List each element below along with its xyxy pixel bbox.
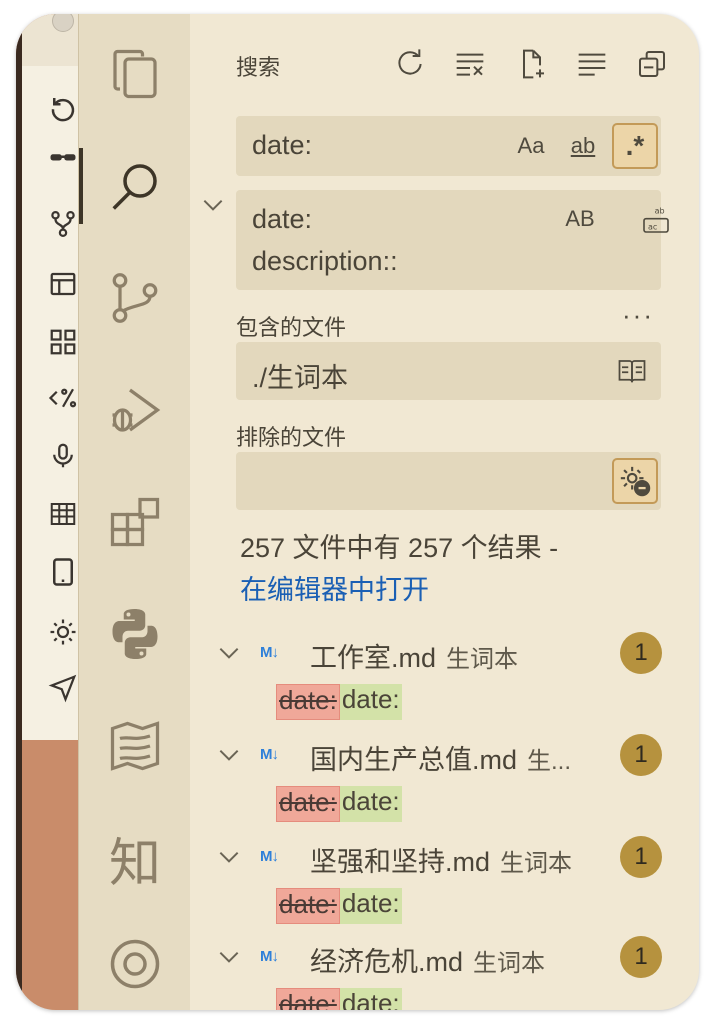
branch-icon[interactable] [46, 208, 80, 240]
chevron-down-icon[interactable] [216, 944, 242, 975]
sidebar-title: 搜索 [236, 55, 281, 80]
use-exclude-settings-icon[interactable] [612, 458, 658, 504]
match-count-badge: 1 [620, 836, 662, 878]
table-icon[interactable] [46, 498, 80, 530]
run-debug-icon[interactable] [79, 360, 191, 460]
whole-word-toggle[interactable]: ab [562, 128, 604, 164]
result-file-name: 国内生产总值.md 生... [310, 745, 572, 775]
regex-toggle[interactable]: .* [612, 123, 658, 169]
replace-all-button[interactable]: ab ac [636, 200, 676, 240]
undo-icon[interactable] [46, 92, 80, 124]
include-label: 包含的文件 [236, 315, 347, 340]
replace-input[interactable]: date: description:: AB [236, 190, 661, 290]
background-app [16, 14, 78, 1010]
replace-line-2: description:: [252, 246, 398, 276]
match-inserted-text: date: [339, 786, 402, 822]
search-input[interactable]: date: Aa ab .* [236, 116, 661, 176]
activity-bar: 知 [78, 14, 190, 1010]
match-inserted-text: date: [339, 684, 402, 720]
target-icon[interactable] [79, 914, 191, 1010]
tablet-icon[interactable] [46, 556, 80, 588]
result-match-line[interactable]: date: date: [276, 684, 402, 720]
sun-icon[interactable] [46, 616, 80, 648]
layout-icon[interactable] [46, 268, 80, 300]
result-file-name: 坚强和坚持.md 生词本 [310, 847, 573, 877]
refresh-button[interactable] [390, 44, 430, 84]
result-file-dir: 生词本 [473, 950, 546, 977]
code-percent-icon[interactable] [46, 382, 80, 414]
results-summary: 257 文件中有 257 个结果 - [240, 533, 559, 563]
result-file-row[interactable]: M↓ 坚强和坚持.md 生词本 1 [216, 836, 676, 880]
match-count-badge: 1 [620, 734, 662, 776]
exclude-input[interactable] [236, 452, 661, 510]
glasses-icon[interactable] [46, 142, 80, 174]
open-editors-only-icon[interactable] [612, 352, 652, 390]
python-icon[interactable] [79, 584, 191, 684]
zhihu-icon[interactable]: 知 [79, 808, 191, 908]
replace-line-1: date: [252, 204, 313, 234]
markdown-icon: M↓ [260, 948, 279, 965]
include-input[interactable]: ./生词本 [236, 342, 661, 400]
send-icon[interactable] [46, 672, 80, 704]
include-input-value: ./生词本 [252, 363, 349, 393]
search-icon[interactable] [79, 136, 191, 236]
chevron-down-icon[interactable] [216, 742, 242, 773]
result-match-line[interactable]: date: date: [276, 988, 402, 1010]
result-file-name: 经济危机.md 生词本 [310, 947, 546, 977]
result-file-row[interactable]: M↓ 工作室.md 生词本 1 [216, 632, 676, 676]
match-inserted-text: date: [339, 888, 402, 924]
window: 知 搜索 date: Aa ab .* date: description:: … [16, 14, 699, 1010]
result-file-name: 工作室.md 生词本 [310, 643, 519, 673]
extensions-icon[interactable] [79, 472, 191, 572]
grid-icon[interactable] [46, 326, 80, 358]
markdown-icon: M↓ [260, 746, 279, 763]
match-deleted-text: date: [276, 888, 340, 924]
open-in-editor-link[interactable]: 在编辑器中打开 [240, 568, 429, 607]
result-file-row[interactable]: M↓ 经济危机.md 生词本 1 [216, 936, 676, 980]
toggle-search-details-button[interactable]: ··· [622, 300, 654, 331]
result-file-dir: 生词本 [446, 646, 519, 673]
new-search-editor-button[interactable] [512, 44, 552, 84]
chevron-down-icon[interactable] [216, 844, 242, 875]
match-case-toggle[interactable]: Aa [512, 128, 550, 164]
exclude-label: 排除的文件 [236, 425, 347, 450]
markdown-icon: M↓ [260, 848, 279, 865]
preserve-case-toggle[interactable]: AB [560, 202, 600, 236]
source-control-icon[interactable] [79, 248, 191, 348]
result-file-dir: 生词本 [500, 850, 573, 877]
result-match-line[interactable]: date: date: [276, 888, 402, 924]
result-file-dir: 生... [527, 748, 572, 775]
search-sidebar: 搜索 date: Aa ab .* date: description:: AB… [190, 14, 699, 1010]
svg-text:ab: ab [655, 206, 665, 215]
microphone-icon[interactable] [46, 440, 80, 472]
explorer-icon[interactable] [79, 24, 191, 124]
zhihu-glyph: 知 [108, 833, 161, 894]
toggle-replace-chevron-icon[interactable] [200, 192, 226, 223]
svg-text:ac: ac [648, 222, 657, 231]
result-match-line[interactable]: date: date: [276, 786, 402, 822]
collapse-all-button[interactable] [632, 44, 672, 84]
match-deleted-text: date: [276, 988, 340, 1010]
result-file-row[interactable]: M↓ 国内生产总值.md 生... 1 [216, 734, 676, 778]
view-as-tree-button[interactable] [572, 44, 612, 84]
match-count-badge: 1 [620, 936, 662, 978]
search-input-value: date: [252, 130, 313, 160]
match-deleted-text: date: [276, 786, 340, 822]
map-icon[interactable] [79, 696, 191, 796]
clear-results-button[interactable] [450, 44, 490, 84]
match-deleted-text: date: [276, 684, 340, 720]
match-count-badge: 1 [620, 632, 662, 674]
match-inserted-text: date: [339, 988, 402, 1010]
markdown-icon: M↓ [260, 644, 279, 661]
chevron-down-icon[interactable] [216, 640, 242, 671]
